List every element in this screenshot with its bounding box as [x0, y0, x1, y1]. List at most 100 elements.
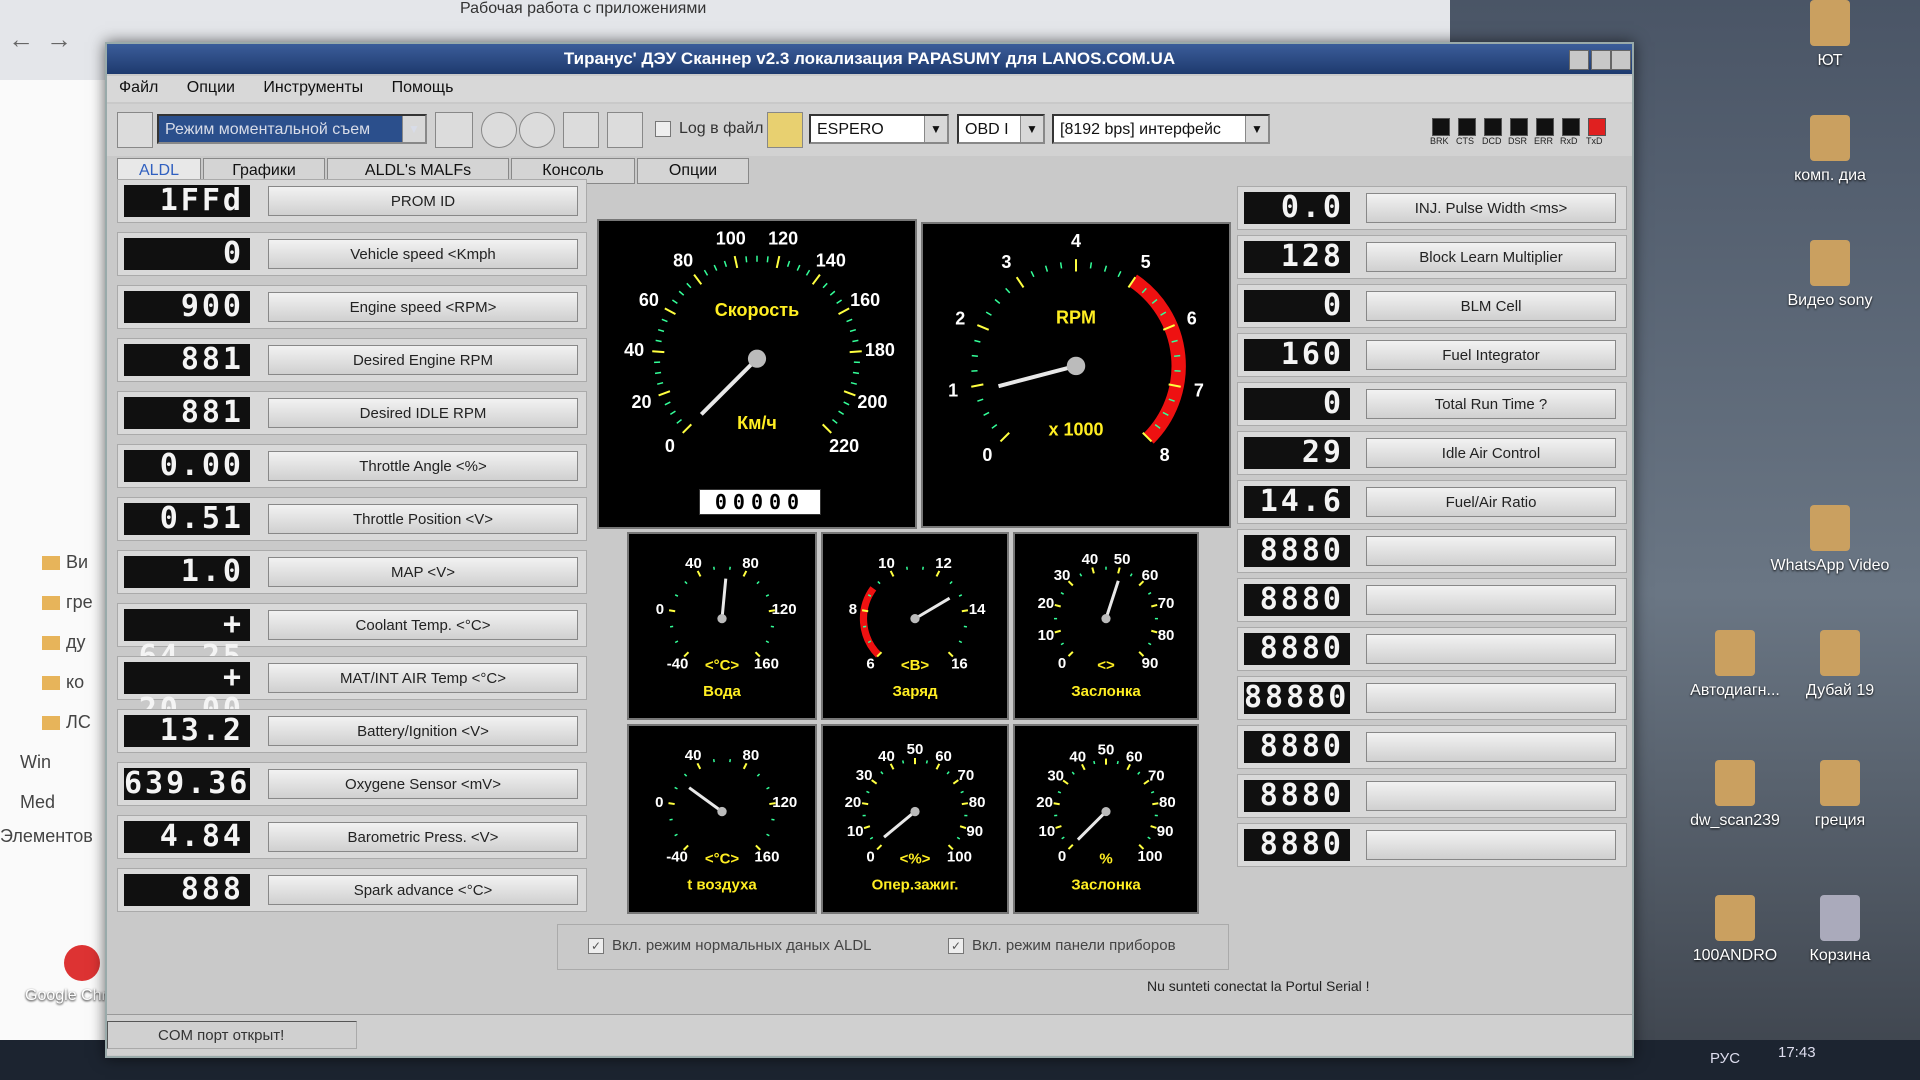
parameter-button[interactable]: Desired IDLE RPM	[268, 398, 578, 428]
parameter-button[interactable]	[1366, 683, 1616, 713]
sidebar-item[interactable]: ду	[42, 632, 110, 658]
minor-tick	[971, 354, 978, 358]
desktop-icon[interactable]: WhatsApp Video	[1770, 505, 1890, 575]
parameter-button[interactable]: INJ. Pulse Width <ms>	[1366, 193, 1616, 223]
stop-button[interactable]	[519, 112, 555, 148]
desktop-icon[interactable]: dw_scan239	[1675, 760, 1795, 830]
forward-arrow-icon[interactable]: →	[46, 24, 72, 55]
sidebar-item[interactable]: гре	[42, 592, 110, 618]
scanner-window: Тиранус' ДЭУ Сканнер v2.3 локализация PA…	[105, 42, 1634, 1058]
parameter-button[interactable]: Spark advance <°C>	[268, 875, 578, 905]
back-arrow-icon[interactable]: ←	[8, 24, 34, 55]
minor-tick	[946, 771, 950, 775]
gauge-face: -40 0 40 80 120 160 <°C> t воздуха	[655, 747, 797, 893]
tick-label: 40	[878, 748, 895, 765]
parameter-button[interactable]: Fuel Integrator	[1366, 340, 1616, 370]
parameter-button[interactable]	[1366, 830, 1616, 860]
tick-label: 40	[624, 340, 644, 360]
minor-tick	[1147, 592, 1152, 595]
browser-tab-text[interactable]: Рабочая работа с приложениями	[460, 0, 706, 18]
folder-icon	[42, 716, 60, 731]
parameter-button[interactable]: Coolant Temp. <°C>	[268, 610, 578, 640]
parameter-button[interactable]	[1366, 585, 1616, 615]
parameter-button[interactable]: Fuel/Air Ratio	[1366, 487, 1616, 517]
desktop-icon[interactable]: греция	[1780, 760, 1900, 830]
sidebar-item[interactable]: Win	[20, 752, 110, 778]
save-button[interactable]	[767, 112, 803, 148]
major-tick	[658, 390, 671, 397]
car-model-combo[interactable]: ESPERO ▼	[809, 114, 949, 144]
parameter-button[interactable]: MAT/INT AIR Temp <°C>	[268, 663, 578, 693]
desktop-icon[interactable]: Корзина	[1780, 895, 1900, 965]
maximize-button[interactable]	[1591, 50, 1611, 70]
odometer: 00000	[699, 489, 821, 515]
menu-help[interactable]: Помощь	[380, 76, 466, 100]
normal-aldl-checkbox[interactable]: ✓ Вкл. режим нормальных даных ALDL	[588, 937, 872, 955]
tick-label: 60	[1142, 567, 1159, 584]
minor-tick	[674, 833, 678, 837]
minor-tick	[657, 328, 665, 333]
parameter-button[interactable]: BLM Cell	[1366, 291, 1616, 321]
parameter-button[interactable]: Throttle Position <V>	[268, 504, 578, 534]
parameter-button[interactable]	[1366, 536, 1616, 566]
parameter-button[interactable]: PROM ID	[268, 186, 578, 216]
menu-tools[interactable]: Инструменты	[251, 76, 375, 100]
parameter-row: 8880	[1237, 578, 1627, 622]
desktop-icon[interactable]: Дубай 19	[1780, 630, 1900, 700]
major-tick	[861, 609, 869, 613]
mode-combo[interactable]: Режим моментальной съем ▼	[157, 114, 427, 144]
dashboard-mode-checkbox[interactable]: ✓ Вкл. режим панели приборов	[948, 937, 1176, 955]
sidebar-item[interactable]: Элементов	[0, 826, 110, 852]
tick-label: 200	[857, 392, 887, 412]
parameter-row: 160 Fuel Integrator	[1237, 333, 1627, 377]
parameter-button[interactable]: Desired Engine RPM	[268, 345, 578, 375]
parameter-button[interactable]: Block Learn Multiplier	[1366, 242, 1616, 272]
language-indicator[interactable]: РУС	[1710, 1050, 1740, 1067]
parameter-button[interactable]	[1366, 634, 1616, 664]
sidebar-item[interactable]: Ви	[42, 552, 110, 578]
gauge-unit: Км/ч	[737, 413, 777, 433]
tick-label: 90	[966, 823, 983, 840]
parameter-button[interactable]: Total Run Time ?	[1366, 389, 1616, 419]
tick-label: 5	[1141, 252, 1151, 272]
protocol-combo[interactable]: OBD I ▼	[957, 114, 1045, 144]
parameter-button[interactable]	[1366, 732, 1616, 762]
tab-options[interactable]: Опции	[637, 158, 749, 184]
connect-tool-button[interactable]	[117, 112, 153, 148]
parameter-button[interactable]: Vehicle speed <Kmph	[268, 239, 578, 269]
parameter-button[interactable]: Throttle Angle <%>	[268, 451, 578, 481]
desktop-icon[interactable]: ЮТ	[1770, 0, 1890, 70]
minor-tick	[977, 398, 984, 402]
desktop-icon[interactable]: комп. диа	[1770, 115, 1890, 185]
parameter-button[interactable]: Oxygene Sensor <mV>	[268, 769, 578, 799]
interface-combo[interactable]: [8192 bps] интерфейс ▼	[1052, 114, 1270, 144]
parameter-row: 8880	[1237, 774, 1627, 818]
sidebar-item[interactable]: Med	[20, 792, 110, 818]
close-button[interactable]	[1611, 50, 1631, 70]
parameter-row: 8880	[1237, 823, 1627, 867]
parameter-button[interactable]: Engine speed <RPM>	[268, 292, 578, 322]
parameter-button[interactable]: Barometric Press. <V>	[268, 822, 578, 852]
parameter-button[interactable]: Battery/Ignition <V>	[268, 716, 578, 746]
needle-hub	[717, 614, 727, 624]
desktop-icon[interactable]: Автодиагн...	[1675, 630, 1795, 700]
parameter-row: 881 Desired IDLE RPM	[117, 391, 587, 435]
desktop-icon[interactable]: 100ANDRO	[1675, 895, 1795, 965]
play-button[interactable]	[481, 112, 517, 148]
calculator-button[interactable]	[563, 112, 599, 148]
parameter-button[interactable]	[1366, 781, 1616, 811]
open-folder-button[interactable]	[607, 112, 643, 148]
sidebar-item[interactable]: ЛС	[42, 712, 110, 738]
desktop-icon[interactable]: Видео sony	[1770, 240, 1890, 310]
sidebar-item[interactable]: ко	[42, 672, 110, 698]
tick-label: 160	[754, 655, 779, 672]
chevron-down-icon: ▼	[1020, 116, 1043, 142]
menu-file[interactable]: Файл	[107, 76, 170, 100]
parameter-button[interactable]: MAP <V>	[268, 557, 578, 587]
minimize-button[interactable]	[1569, 50, 1589, 70]
clock[interactable]: 17:43	[1778, 1044, 1816, 1061]
log-to-file-checkbox[interactable]: Log в файл	[655, 120, 763, 138]
parameter-button[interactable]: Idle Air Control	[1366, 438, 1616, 468]
menu-options[interactable]: Опции	[175, 76, 247, 100]
car-tool-button[interactable]	[435, 112, 473, 148]
